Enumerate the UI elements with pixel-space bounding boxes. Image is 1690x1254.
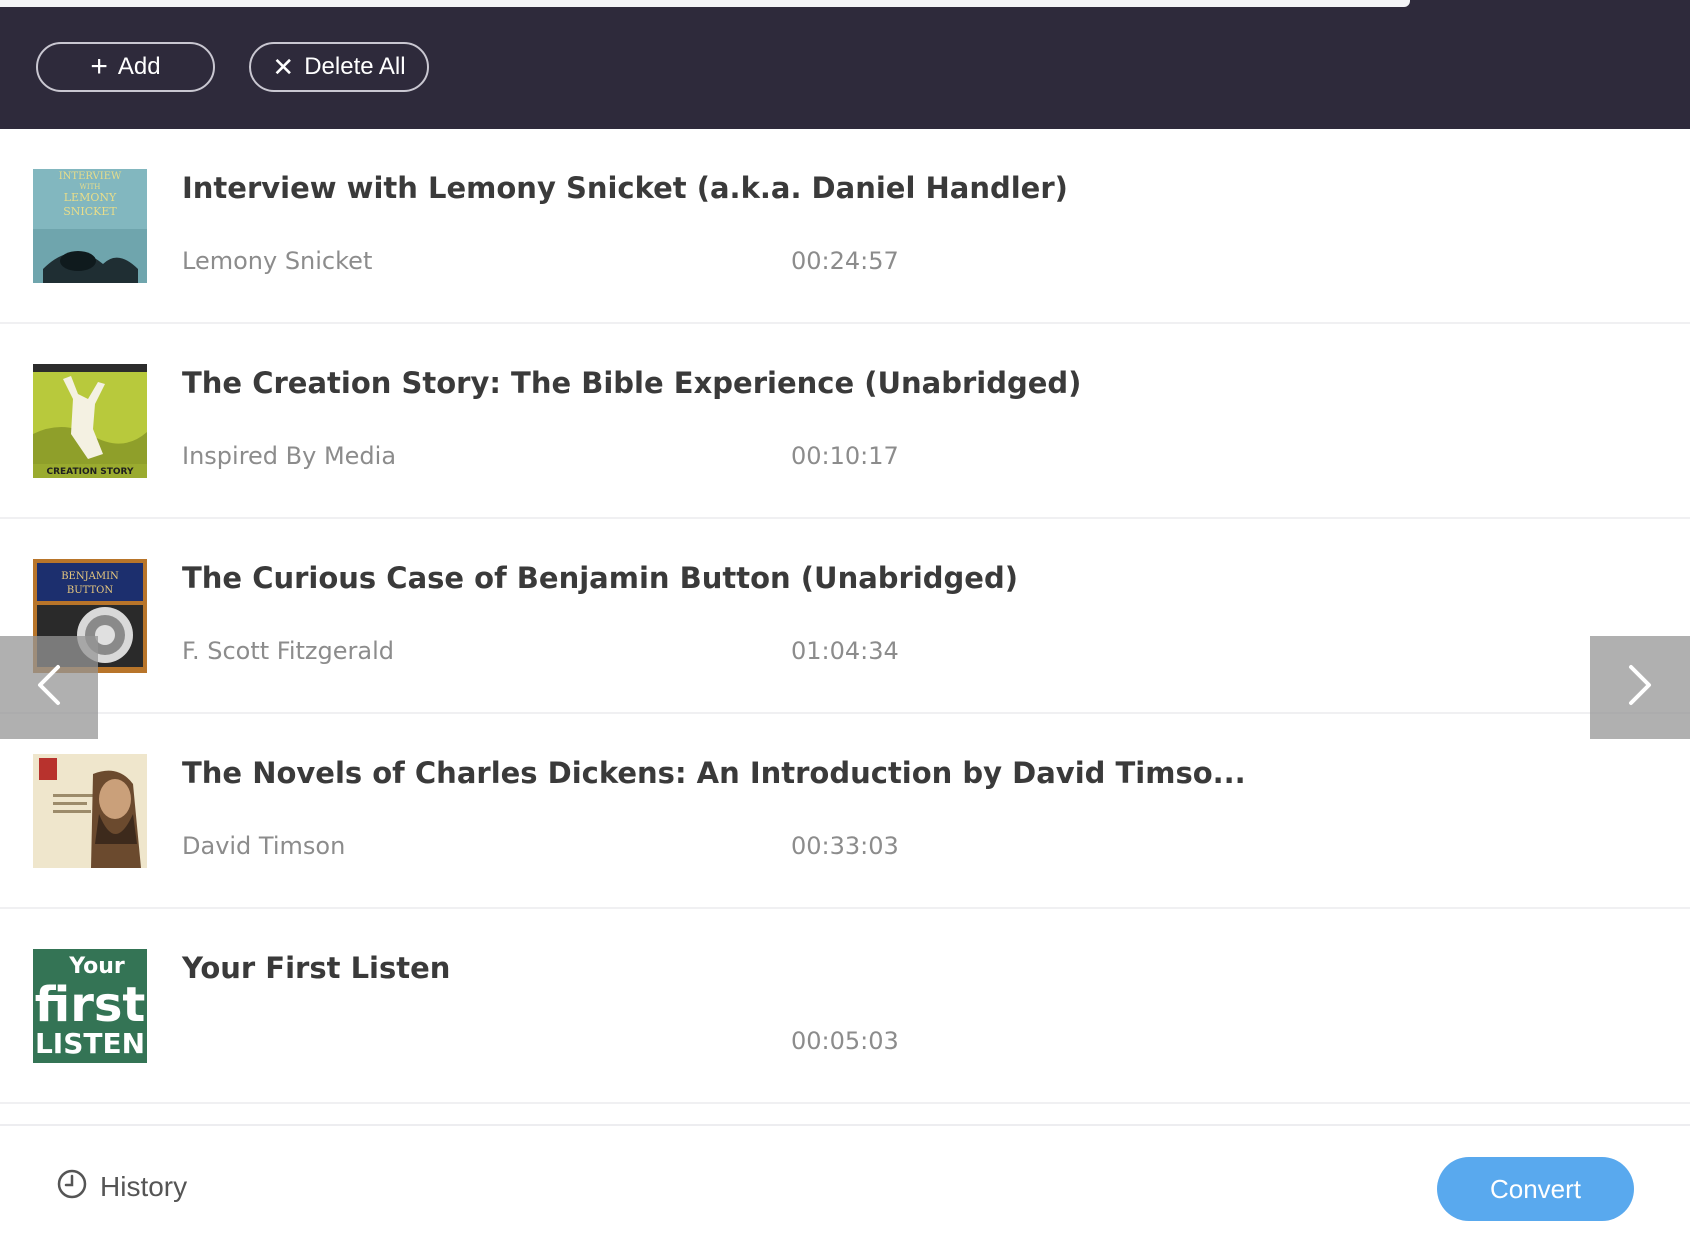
book-cover: CREATION STORY [33, 364, 147, 478]
svg-text:INTERVIEW: INTERVIEW [59, 171, 122, 182]
delete-all-button[interactable]: ✕ Delete All [249, 42, 429, 92]
top-edge [0, 0, 1410, 7]
delete-all-button-label: Delete All [304, 53, 406, 80]
svg-text:Your: Your [68, 954, 125, 979]
clock-icon [56, 1168, 88, 1205]
svg-text:BUTTON: BUTTON [67, 585, 114, 596]
history-button[interactable]: History [56, 1168, 187, 1205]
previous-button[interactable] [0, 636, 98, 739]
book-duration: 00:10:17 [791, 442, 899, 470]
book-author: F. Scott Fitzgerald [182, 637, 394, 665]
svg-text:WITH: WITH [80, 183, 101, 191]
svg-text:first: first [35, 977, 146, 1033]
book-author: Inspired By Media [182, 442, 397, 470]
book-cover: Your first LISTEN [33, 949, 147, 1063]
list-item[interactable]: Your first LISTEN Your First Listen 00:0… [0, 909, 1690, 1104]
list-item[interactable]: CREATION STORY The Creation Story: The B… [0, 324, 1690, 519]
book-cover [33, 754, 147, 868]
add-button-label: Add [117, 53, 161, 80]
book-title: Your First Listen [182, 951, 451, 985]
close-icon: ✕ [272, 52, 295, 82]
toolbar: + Add ✕ Delete All [0, 0, 1690, 129]
book-title: The Curious Case of Benjamin Button (Una… [182, 561, 1018, 595]
book-duration: 00:05:03 [791, 1027, 899, 1055]
audiobook-converter-window: + Add ✕ Delete All INTERVIEW WITH LEMONY… [0, 0, 1690, 1254]
svg-text:LEMONY: LEMONY [64, 191, 117, 204]
chevron-left-icon [34, 663, 64, 712]
add-button[interactable]: + Add [36, 42, 215, 92]
book-author: Lemony Snicket [182, 247, 373, 275]
list-item[interactable]: INTERVIEW WITH LEMONY SNICKET Interview … [0, 129, 1690, 324]
svg-text:CREATION STORY: CREATION STORY [47, 467, 134, 477]
book-duration: 00:24:57 [791, 247, 899, 275]
book-author: David Timson [182, 832, 346, 860]
svg-text:SNICKET: SNICKET [63, 205, 117, 218]
book-cover: INTERVIEW WITH LEMONY SNICKET [33, 169, 147, 283]
book-title: The Creation Story: The Bible Experience… [182, 366, 1082, 400]
list-item[interactable]: The Novels of Charles Dickens: An Introd… [0, 714, 1690, 909]
plus-icon: + [90, 50, 108, 83]
next-button[interactable] [1590, 636, 1690, 739]
list-item[interactable]: BENJAMIN BUTTON The Curious Case of Benj… [0, 519, 1690, 714]
book-list: INTERVIEW WITH LEMONY SNICKET Interview … [0, 129, 1690, 1104]
svg-text:BENJAMIN: BENJAMIN [61, 571, 119, 582]
book-duration: 00:33:03 [791, 832, 899, 860]
footer: History Convert [0, 1124, 1690, 1254]
convert-button[interactable]: Convert [1437, 1157, 1634, 1221]
book-title: The Novels of Charles Dickens: An Introd… [182, 756, 1246, 790]
book-title: Interview with Lemony Snicket (a.k.a. Da… [182, 171, 1068, 205]
book-duration: 01:04:34 [791, 637, 899, 665]
chevron-right-icon [1625, 663, 1655, 712]
history-label: History [100, 1170, 188, 1202]
svg-text:LISTEN: LISTEN [35, 1027, 145, 1060]
